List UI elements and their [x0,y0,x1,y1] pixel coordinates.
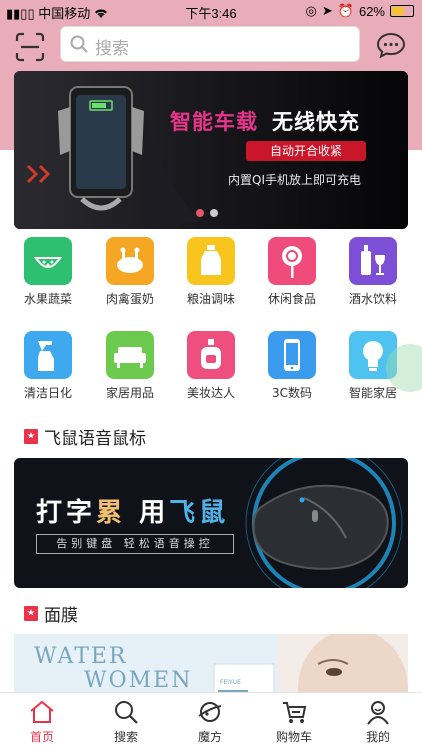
category-beauty[interactable]: 美妆达人 [171,331,251,401]
battery-percent: 62% [358,3,385,19]
promo-banner-carousel[interactable]: 智能车载 无线快充 自动开合收紧 内置QI手机放上即可充电 [14,71,408,229]
mask-banner-text: WATER [34,644,128,669]
status-right: ◎ ➤ ⏰ 62% [306,3,414,19]
chicken-icon [106,237,154,285]
battery-icon [390,5,414,17]
banner-subtitle: 内置QI手机放上即可充电 [228,173,361,187]
category-home-goods[interactable]: 家居用品 [90,331,170,401]
tab-label: 首页 [29,730,54,744]
tab-profile[interactable]: 我的 [336,697,420,745]
sofa-icon [106,331,154,379]
tab-label: 我的 [365,730,390,744]
status-bar: ▮▮▯▯ 中国移动 下午3:46 ◎ ➤ ⏰ 62% [0,0,422,22]
category-snacks[interactable]: 休闲食品 [252,237,332,307]
category-drinks[interactable]: 酒水饮料 [333,237,413,307]
category-label: 休闲食品 [267,292,316,306]
category-3c-digital[interactable]: 3C数码 [252,331,332,401]
category-label: 水果蔬菜 [23,292,72,306]
car-phone-holder-image [58,86,144,211]
planet-icon [198,702,222,722]
category-label: 肉禽蛋奶 [105,292,154,306]
voice-mouse-slogan: 打字累 用飞鼠 [36,492,229,529]
search-icon [115,701,138,724]
battery-fill [392,7,405,15]
banner-tag: 自动开合收紧 [246,141,366,161]
lollipop-icon [268,237,316,285]
voice-mouse-image [252,484,389,570]
mask-banner-text: WOMEN [84,668,193,693]
alarm-icon: ⏰ [337,3,354,18]
tab-home[interactable]: 首页 [0,697,84,745]
carousel-dot[interactable] [210,209,218,217]
banner-headline-white: 无线快充 [272,110,360,134]
message-button[interactable] [376,32,406,62]
category-grain-oil-seasoning[interactable]: 粮油调味 [171,237,251,307]
perfume-icon [187,331,235,379]
section-title-text: 飞鼠语音鼠标 [44,429,146,449]
watermelon-icon [24,237,72,285]
voice-mouse-subtitle: 告别键盘 轻松语音操控 [36,534,234,554]
home-icon [30,700,54,723]
section-title-text: 面膜 [44,606,78,626]
section-title-voice-mouse: 飞鼠语音鼠标 [24,424,146,449]
category-meat-eggs-dairy[interactable]: 肉禽蛋奶 [90,237,170,307]
tab-label: 搜索 [113,730,138,744]
slogan-part: 用 [126,498,170,528]
slogan-part-highlight: 累 [96,498,127,528]
tab-label: 购物车 [275,730,312,744]
bottom-tab-bar: 首页 搜索 魔方 购物车 我的 [0,692,422,751]
search-icon [70,35,88,53]
section-title-masks: 面膜 [24,601,78,626]
tab-search[interactable]: 搜索 [84,697,168,745]
mask-brand-text: FEIYUE [220,679,241,686]
search-bar[interactable]: 搜索 [60,26,360,62]
voice-mouse-banner[interactable]: 打字累 用飞鼠 告别键盘 轻松语音操控 [14,458,408,588]
category-label: 家居用品 [105,386,154,400]
chat-bubble-icon [376,32,406,59]
scan-button[interactable] [14,31,46,63]
spray-bottle-icon [24,331,72,379]
scan-icon [15,32,45,62]
oil-bottle-icon [187,237,235,285]
tab-label: 魔方 [197,730,222,744]
user-icon [367,701,389,725]
banner-headline-pink: 智能车载 [170,110,258,134]
bookmark-star-icon [24,606,38,621]
bookmark-star-icon [24,429,38,444]
category-label: 3C数码 [271,386,312,400]
carousel-indicator [196,209,218,217]
tab-mofang[interactable]: 魔方 [168,697,252,745]
slogan-brand: 飞鼠 [169,498,230,528]
category-label: 美妆达人 [186,386,235,400]
category-fruits-vegetables[interactable]: 水果蔬菜 [8,237,88,307]
category-cleaning[interactable]: 清洁日化 [8,331,88,401]
tab-cart[interactable]: 购物车 [252,697,336,745]
category-label: 酒水饮料 [348,292,397,306]
carousel-dot-active[interactable] [196,209,204,217]
category-label: 粮油调味 [186,292,235,306]
phone-icon [268,331,316,379]
category-label: 清洁日化 [23,386,72,400]
slogan-part: 打字 [36,498,97,528]
search-placeholder: 搜索 [95,39,129,59]
cart-icon [283,702,307,723]
rotation-lock-icon: ◎ [305,3,317,18]
wine-icon [349,237,397,285]
header: 搜索 [0,22,422,70]
location-icon: ➤ [321,3,333,18]
